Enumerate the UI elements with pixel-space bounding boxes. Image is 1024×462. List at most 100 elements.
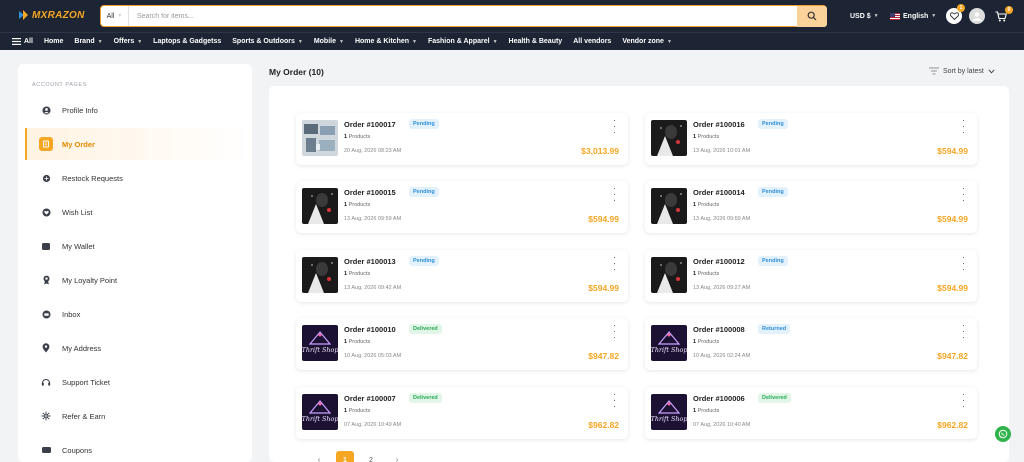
- more-options-icon[interactable]: · · ·: [962, 116, 965, 137]
- order-number[interactable]: Order #100013: [344, 257, 396, 266]
- order-date: 10 Aug, 2026 05:03 AM: [344, 353, 402, 359]
- whatsapp-icon: [998, 429, 1008, 439]
- nav-item-offers[interactable]: Offers ▼: [114, 38, 143, 45]
- order-number[interactable]: Order #100006: [693, 394, 745, 403]
- product-count: 1 Products: [693, 339, 720, 345]
- nav-item-fashion[interactable]: Fashion & Apparel ▼: [428, 38, 498, 45]
- sidebar-item-address[interactable]: My Address: [25, 332, 252, 364]
- menu-icon: [12, 38, 21, 45]
- order-date: 07 Aug, 2026 10:40 AM: [693, 422, 751, 428]
- nav-item-brand[interactable]: Brand ▼: [74, 38, 102, 45]
- whatsapp-chat-button[interactable]: [995, 426, 1011, 442]
- order-card[interactable]: Order #100013 Pending 1 Products 13 Aug, 20…: [296, 250, 628, 302]
- order-price: $594.99: [937, 283, 968, 293]
- order-date: 13 Aug, 2026 10:01 AM: [693, 148, 751, 154]
- chevron-down-icon: ▼: [412, 38, 417, 45]
- nav-item-home[interactable]: Home: [44, 38, 63, 45]
- order-card[interactable]: Order #100012 Pending 1 Products 13 Aug, 20…: [645, 250, 977, 302]
- more-options-icon[interactable]: · · ·: [962, 321, 965, 342]
- location-icon: [39, 341, 53, 355]
- search-category-select[interactable]: All ▼: [101, 6, 129, 26]
- order-number[interactable]: Order #100016: [693, 120, 745, 129]
- nav-item-mobile[interactable]: Mobile ▼: [314, 38, 344, 45]
- language-select[interactable]: English ▼: [890, 0, 936, 32]
- order-card[interactable]: Thrift Shop Order #100008 Returned 1 Produc…: [645, 318, 977, 370]
- order-number[interactable]: Order #100017: [344, 120, 396, 129]
- product-count: 1 Products: [344, 134, 371, 140]
- top-header: MXRAZON All ▼ USD $ ▼ English ▼ 1 0: [0, 0, 1024, 32]
- order-card[interactable]: Order #100015 Pending 1 Products 13 Aug, 20…: [296, 181, 628, 233]
- sidebar-item-inbox[interactable]: Inbox: [25, 298, 252, 330]
- more-options-icon[interactable]: · · ·: [613, 390, 616, 411]
- nav-item-health[interactable]: Health & Beauty: [509, 38, 563, 45]
- wishlist-button[interactable]: 1: [946, 4, 965, 24]
- sidebar-heading: ACCOUNT PAGES: [32, 82, 87, 88]
- nav-item-laptops[interactable]: Laptops & Gadgetss: [153, 38, 221, 45]
- product-thumbnail: Thrift Shop: [302, 325, 338, 361]
- order-card[interactable]: Order #100016 Pending 1 Products 13 Aug, 20…: [645, 113, 977, 165]
- status-badge: Delivered: [409, 393, 442, 403]
- sidebar-item-wishlist[interactable]: Wish List: [25, 196, 252, 228]
- site-logo[interactable]: MXRAZON: [18, 9, 85, 21]
- order-number[interactable]: Order #100007: [344, 394, 396, 403]
- status-badge: Returned: [758, 324, 791, 334]
- currency-select[interactable]: USD $ ▼: [850, 0, 879, 32]
- order-card[interactable]: Order #100017 Pending 1 Products 20 Aug, 20…: [296, 113, 628, 165]
- nav-item-home-kitchen[interactable]: Home & Kitchen ▼: [355, 38, 417, 45]
- product-thumbnail: [651, 188, 687, 224]
- more-options-icon[interactable]: · · ·: [962, 184, 965, 205]
- more-options-icon[interactable]: · · ·: [613, 321, 616, 342]
- sidebar-item-wallet[interactable]: My Wallet: [25, 230, 252, 262]
- sort-dropdown[interactable]: Sort by latest: [929, 67, 995, 75]
- order-number[interactable]: Order #100015: [344, 188, 396, 197]
- nav-item-vendor-zone[interactable]: Vendor zone ▼: [622, 38, 672, 45]
- order-price: $594.99: [588, 283, 619, 293]
- order-card[interactable]: Order #100014 Pending 1 Products 13 Aug, 20…: [645, 181, 977, 233]
- search-input[interactable]: [129, 6, 797, 26]
- more-options-icon[interactable]: · · ·: [962, 253, 965, 274]
- order-card[interactable]: Thrift Shop Order #100010 Delivered 1 Produ…: [296, 318, 628, 370]
- profile-avatar-button[interactable]: [969, 8, 985, 24]
- pagination-next[interactable]: ›: [388, 451, 406, 462]
- order-number[interactable]: Order #100012: [693, 257, 745, 266]
- more-options-icon[interactable]: · · ·: [613, 184, 616, 205]
- status-badge: Pending: [758, 187, 788, 197]
- sidebar-item-my-order[interactable]: My Order: [25, 128, 252, 160]
- product-thumbnail: Thrift Shop: [302, 394, 338, 430]
- order-card[interactable]: Thrift Shop Order #100007 Delivered 1 Produ…: [296, 387, 628, 439]
- product-thumbnail: [651, 120, 687, 156]
- product-thumbnail: [651, 257, 687, 293]
- logo-text: MXRAZON: [32, 9, 85, 21]
- order-price: $594.99: [588, 214, 619, 224]
- more-options-icon[interactable]: · · ·: [962, 390, 965, 411]
- order-number[interactable]: Order #100008: [693, 325, 745, 334]
- more-options-icon[interactable]: · · ·: [613, 116, 616, 137]
- product-count: 1 Products: [693, 408, 720, 414]
- nav-item-all[interactable]: All: [12, 38, 33, 45]
- sidebar-item-coupons[interactable]: Coupons: [25, 434, 252, 462]
- sidebar-item-loyalty[interactable]: My Loyalty Point: [25, 264, 252, 296]
- cart-button[interactable]: 0: [993, 6, 1013, 24]
- order-number[interactable]: Order #100010: [344, 325, 396, 334]
- order-card[interactable]: Thrift Shop Order #100006 Delivered 1 Produ…: [645, 387, 977, 439]
- chevron-down-icon: ▼: [666, 38, 672, 45]
- status-badge: Pending: [409, 187, 439, 197]
- pagination-page-1[interactable]: 1: [336, 451, 354, 462]
- sidebar-item-refer[interactable]: Refer & Earn: [25, 400, 252, 432]
- nav-item-vendors[interactable]: All vendors: [573, 38, 611, 45]
- order-number[interactable]: Order #100014: [693, 188, 745, 197]
- product-count: 1 Products: [344, 408, 371, 414]
- more-options-icon[interactable]: · · ·: [613, 253, 616, 274]
- sidebar-item-support[interactable]: Support Ticket: [25, 366, 252, 398]
- pagination-prev[interactable]: ‹: [310, 451, 328, 462]
- search-button[interactable]: [797, 5, 827, 27]
- chevron-down-icon: ▼: [931, 13, 937, 19]
- product-count: 1 Products: [693, 202, 720, 208]
- inbox-icon: [39, 307, 53, 321]
- nav-item-sports[interactable]: Sports & Outdoors ▼: [232, 38, 303, 45]
- chevron-down-icon: ▼: [873, 13, 879, 19]
- product-count: 1 Products: [693, 271, 720, 277]
- sidebar-item-profile[interactable]: Profile Info: [25, 94, 252, 126]
- pagination-page-2[interactable]: 2: [362, 451, 380, 462]
- sidebar-item-restock[interactable]: Restock Requests: [25, 162, 252, 194]
